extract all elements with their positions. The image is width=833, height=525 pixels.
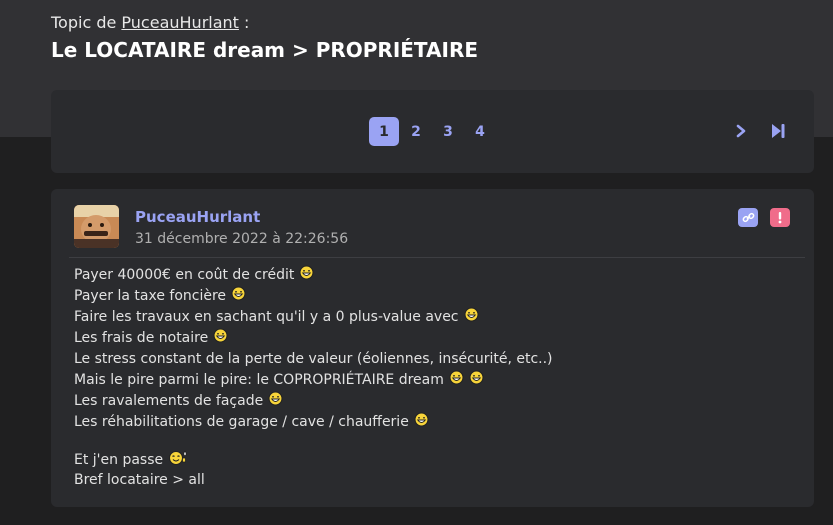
alert-icon <box>778 212 782 224</box>
report-button[interactable] <box>770 208 790 227</box>
sweat-smiley-icon <box>169 450 187 465</box>
user-avatar[interactable] <box>74 205 119 248</box>
topic-prefix: Topic de <box>51 13 117 32</box>
post-line: Les réhabilitations de garage / cave / c… <box>74 412 794 433</box>
topic-author-link[interactable]: PuceauHurlant <box>121 13 239 32</box>
page-4-button[interactable]: 4 <box>465 117 495 146</box>
post-line-text: Et j'en passe <box>74 452 164 468</box>
post-line: Mais le pire parmi le pire: le COPROPRIÉ… <box>74 370 794 391</box>
permalink-button[interactable] <box>738 208 758 227</box>
post-line: Le stress constant de la perte de valeur… <box>74 349 794 370</box>
post-date: 31 décembre 2022 à 22:26:56 <box>135 231 349 247</box>
post-line-text: Payer 40000€ en coût de crédit <box>74 267 295 283</box>
topic-byline: Topic de PuceauHurlant : <box>51 13 249 32</box>
laugh-smiley-icon <box>469 370 484 385</box>
link-icon <box>742 212 754 223</box>
post-author-link[interactable]: PuceauHurlant <box>135 208 260 226</box>
page-1-button[interactable]: 1 <box>369 117 399 146</box>
post-line: Et j'en passe <box>74 449 794 470</box>
post-line-text: Les frais de notaire <box>74 330 209 346</box>
next-page-button[interactable] <box>731 120 751 142</box>
laugh-smiley-icon <box>414 412 429 427</box>
post-line: Faire les travaux en sachant qu'il y a 0… <box>74 307 794 328</box>
post-line-text: Le stress constant de la perte de valeur… <box>74 351 553 367</box>
page-title: Le LOCATAIRE dream > PROPRIÉTAIRE <box>51 38 479 62</box>
post-line: Les ravalements de façade <box>74 391 794 412</box>
post-line-text: Faire les travaux en sachant qu'il y a 0… <box>74 309 459 325</box>
laugh-smiley-icon <box>463 307 479 322</box>
post-line: Payer 40000€ en coût de crédit <box>74 265 794 286</box>
post-line: Payer la taxe foncière <box>74 286 794 307</box>
post-line: Bref locataire > all <box>74 470 794 491</box>
page-3-button[interactable]: 3 <box>433 117 463 146</box>
post-body: Payer 40000€ en coût de crédit Payer la … <box>74 265 794 491</box>
post-line-text: Bref locataire > all <box>74 472 205 488</box>
laugh-smiley-icon <box>231 286 246 301</box>
last-page-button[interactable] <box>768 120 788 142</box>
skip-to-last-icon <box>772 124 785 138</box>
post-card: PuceauHurlant 31 décembre 2022 à 22:26:5… <box>51 189 814 507</box>
chevron-right-icon <box>736 124 746 138</box>
laugh-smiley-icon <box>299 265 314 280</box>
post-line-text: Mais le pire parmi le pire: le COPROPRIÉ… <box>74 372 444 388</box>
page-2-button[interactable]: 2 <box>401 117 431 146</box>
laugh-smiley-icon <box>449 370 464 385</box>
post-line-text: Les réhabilitations de garage / cave / c… <box>74 414 409 430</box>
post-line-text: Payer la taxe foncière <box>74 288 227 304</box>
laugh-smiley-icon <box>213 328 228 343</box>
laugh-smiley-icon <box>268 391 283 406</box>
avatar-image <box>74 205 119 248</box>
post-line: Les frais de notaire <box>74 328 794 349</box>
post-line-text: Les ravalements de façade <box>74 393 264 409</box>
post-divider <box>69 257 805 258</box>
topic-suffix: : <box>244 13 250 32</box>
pagination-bar: 1 2 3 4 <box>51 90 814 173</box>
